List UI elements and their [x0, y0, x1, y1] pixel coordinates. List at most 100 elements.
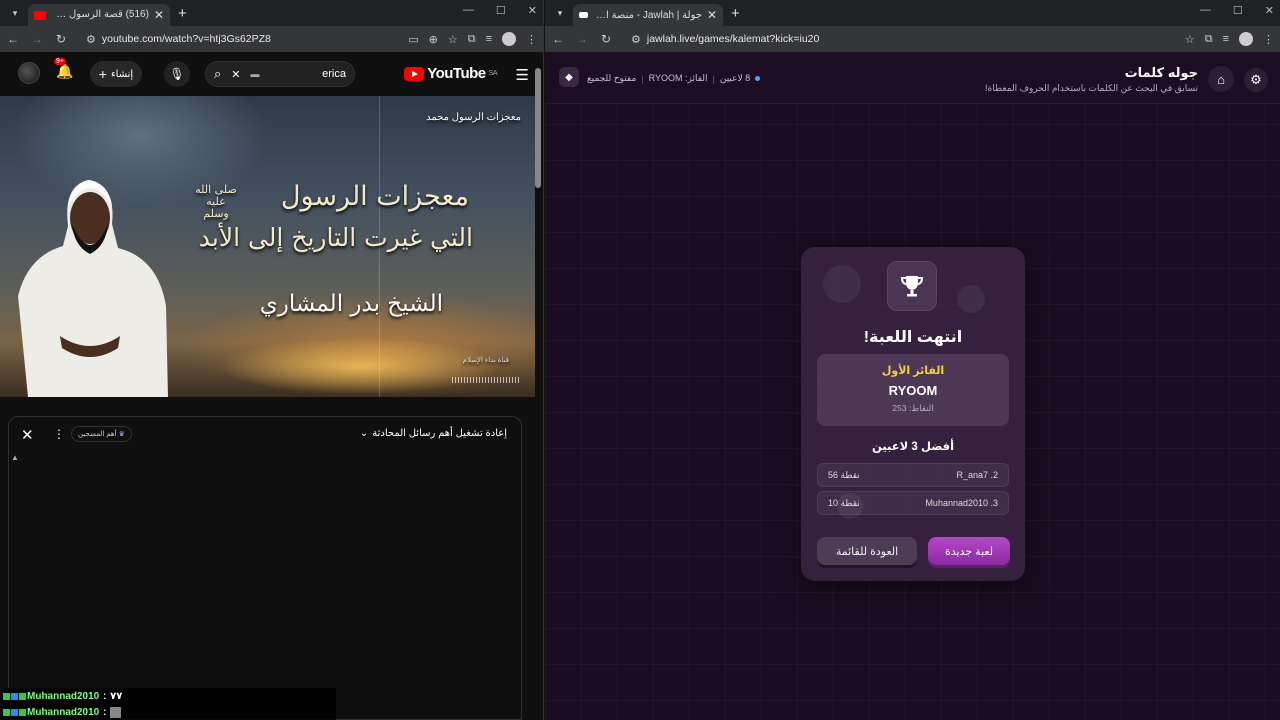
minimize-icon[interactable]: —	[1200, 4, 1211, 17]
forward-icon[interactable]: →	[30, 32, 44, 46]
url-field[interactable]: ⚙ jawlah.live/games/kalemat?kick=iu20	[623, 28, 1175, 50]
window-controls: — ☐ ✕	[1200, 4, 1274, 17]
new-game-button[interactable]: لعبة جديدة	[928, 537, 1010, 565]
video-title-line2: التي غيرت التاريخ إلى الأبد	[198, 223, 473, 252]
tab-search-icon[interactable]: ▾	[6, 4, 24, 22]
close-window-icon[interactable]: ✕	[1265, 4, 1274, 17]
clear-search-icon[interactable]: ✕	[231, 68, 240, 81]
forward-icon[interactable]: →	[575, 32, 589, 46]
first-winner-points: النقاط: 253	[892, 403, 934, 413]
overlay-separator: :	[100, 706, 110, 718]
overlay-username: Muhannad2010	[27, 690, 100, 702]
tab-jawlah[interactable]: جولة | Jawlah - منصة الألعاب الذ ✕	[573, 4, 723, 26]
game-title: جوله كلمات	[1124, 65, 1198, 80]
meta-divider: |	[641, 73, 644, 84]
bookmark-star-icon[interactable]: ☆	[448, 33, 458, 46]
site-info-icon[interactable]: ⚙	[86, 33, 96, 46]
back-to-list-button[interactable]: العودة للقائمة	[817, 537, 917, 565]
overlay-username: Muhannad2010	[27, 706, 100, 718]
video-channel-watermark: قناة نداء الإسلام	[462, 357, 509, 364]
close-tab-icon[interactable]: ✕	[154, 8, 164, 22]
left-browser-window: ▾ (516) قصة الرسول ﷺ وحكاية ✕ + — ☐ ✕ ← …	[0, 0, 544, 720]
game-subtitle: تسابق في البحث عن الكلمات باستخدام الحرو…	[985, 83, 1198, 93]
video-speaker-name: الشيخ بدر المشاري	[259, 291, 443, 317]
create-label: إنشاء	[110, 68, 134, 80]
cast-icon[interactable]: ▭	[408, 33, 418, 46]
zoom-icon[interactable]: ⊕	[429, 33, 438, 46]
decor-bubble	[823, 265, 861, 303]
trophy-icon	[887, 261, 937, 311]
bookmark-star-icon[interactable]: ☆	[1185, 33, 1195, 46]
search-icon[interactable]: ⌕	[214, 66, 221, 82]
new-tab-button[interactable]: +	[178, 5, 187, 22]
window-controls: — ☐ ✕	[463, 4, 537, 17]
badge-icon	[11, 692, 18, 700]
tab-youtube[interactable]: (516) قصة الرسول ﷺ وحكاية ✕	[28, 4, 170, 26]
youtube-logo[interactable]: YouTube SA	[404, 65, 498, 82]
reload-icon[interactable]: ↻	[599, 32, 613, 46]
top-players-heading: أفضل 3 لاعبين	[871, 441, 955, 453]
game-meta: 8 لاعبين | الفائز: RYOOM | مفتوح للجميع	[587, 73, 761, 84]
keyboard-icon[interactable]: ▬	[251, 69, 260, 79]
browser-menu-icon[interactable]: ⋮	[1263, 33, 1274, 46]
winner-meta: الفائز: RYOOM	[648, 73, 708, 83]
chat-more-icon[interactable]: ⋮	[53, 427, 65, 441]
home-icon[interactable]: ⌂	[1208, 66, 1234, 92]
stream-chat-overlay: Muhannad2010 : ٧٧ Muhannad2010 :	[0, 688, 336, 720]
chat-chip-label: أهم المسجين	[78, 431, 117, 438]
settings-gear-icon[interactable]: ⚙	[1244, 68, 1268, 92]
game-header: ⚙ ⌂ جوله كلمات تسابق في البحث عن الكلمات…	[545, 52, 1280, 104]
notifications-bell-icon[interactable]: 🔔 9+	[54, 58, 73, 80]
minimize-icon[interactable]: —	[463, 4, 474, 17]
close-window-icon[interactable]: ✕	[528, 4, 537, 17]
hamburger-menu-icon[interactable]: ☰	[516, 66, 529, 84]
url-field[interactable]: ⚙ youtube.com/watch?v=htj3Gs62PZ8	[78, 28, 398, 50]
game-over-heading: انتهت اللعبة!	[863, 329, 963, 346]
scrollbar-thumb[interactable]	[535, 68, 541, 188]
region-code: SA	[488, 70, 498, 77]
youtube-favicon-icon	[34, 10, 46, 20]
row-player: Muhannad2010 .3	[925, 498, 998, 508]
chat-filter-chip[interactable]: ♛ أهم المسجين	[71, 426, 132, 442]
site-info-icon[interactable]: ⚙	[631, 33, 641, 46]
address-bar-row: ← → ↻ ⚙ jawlah.live/games/kalemat?kick=i…	[545, 26, 1280, 52]
back-icon[interactable]: ←	[6, 32, 20, 46]
youtube-avatar[interactable]	[18, 62, 40, 84]
overlay-message: Muhannad2010 :	[0, 704, 336, 720]
extensions-icon[interactable]: ⧉	[1205, 33, 1213, 46]
search-box[interactable]: ⌕ ✕ ▬ erica	[205, 61, 355, 87]
extensions-icon[interactable]: ⧉	[468, 33, 476, 46]
overlay-separator: :	[100, 690, 110, 702]
row-points: 10 نقطة	[828, 497, 860, 508]
close-tab-icon[interactable]: ✕	[707, 8, 717, 22]
reading-list-icon[interactable]: ≡	[486, 33, 492, 45]
badge-icon	[11, 708, 18, 716]
chat-title-text: إعادة تشغيل أهم رسائل المحادثة	[372, 428, 507, 439]
reload-icon[interactable]: ↻	[54, 32, 68, 46]
create-button[interactable]: + إنشاء	[90, 61, 142, 87]
page-scrollbar[interactable]	[535, 58, 541, 720]
video-player[interactable]: معجزات الرسول محمد معجزات الرسول صلى الل…	[0, 96, 535, 397]
overlay-text: ٧٧	[110, 690, 123, 702]
kick-logo-icon[interactable]: ◆	[559, 67, 579, 87]
browser-profile-avatar[interactable]	[502, 32, 516, 46]
url-text: youtube.com/watch?v=htj3Gs62PZ8	[101, 33, 271, 45]
maximize-icon[interactable]: ☐	[496, 4, 506, 17]
badge-icon	[3, 708, 10, 716]
close-chat-icon[interactable]: ✕	[21, 426, 34, 444]
new-tab-button[interactable]: +	[731, 5, 740, 22]
browser-profile-avatar[interactable]	[1239, 32, 1253, 46]
chevron-down-icon: ⌄	[359, 428, 369, 439]
maximize-icon[interactable]: ☐	[1233, 4, 1243, 17]
chat-scroll-up-icon[interactable]: ▲	[11, 453, 19, 462]
tab-search-icon[interactable]: ▾	[551, 4, 569, 22]
voice-search-mic-icon[interactable]: 🎙	[164, 61, 190, 87]
back-icon[interactable]: ←	[551, 32, 565, 46]
chat-title[interactable]: إعادة تشغيل أهم رسائل المحادثة ⌄	[360, 428, 507, 439]
badge-icon	[19, 708, 26, 716]
video-honorific: صلى الله عليه وسلم	[195, 183, 237, 220]
tab-strip: ▾ (516) قصة الرسول ﷺ وحكاية ✕ + — ☐ ✕	[0, 0, 543, 26]
browser-menu-icon[interactable]: ⋮	[526, 33, 537, 46]
reading-list-icon[interactable]: ≡	[1223, 33, 1229, 45]
search-input[interactable]: erica	[270, 68, 346, 80]
